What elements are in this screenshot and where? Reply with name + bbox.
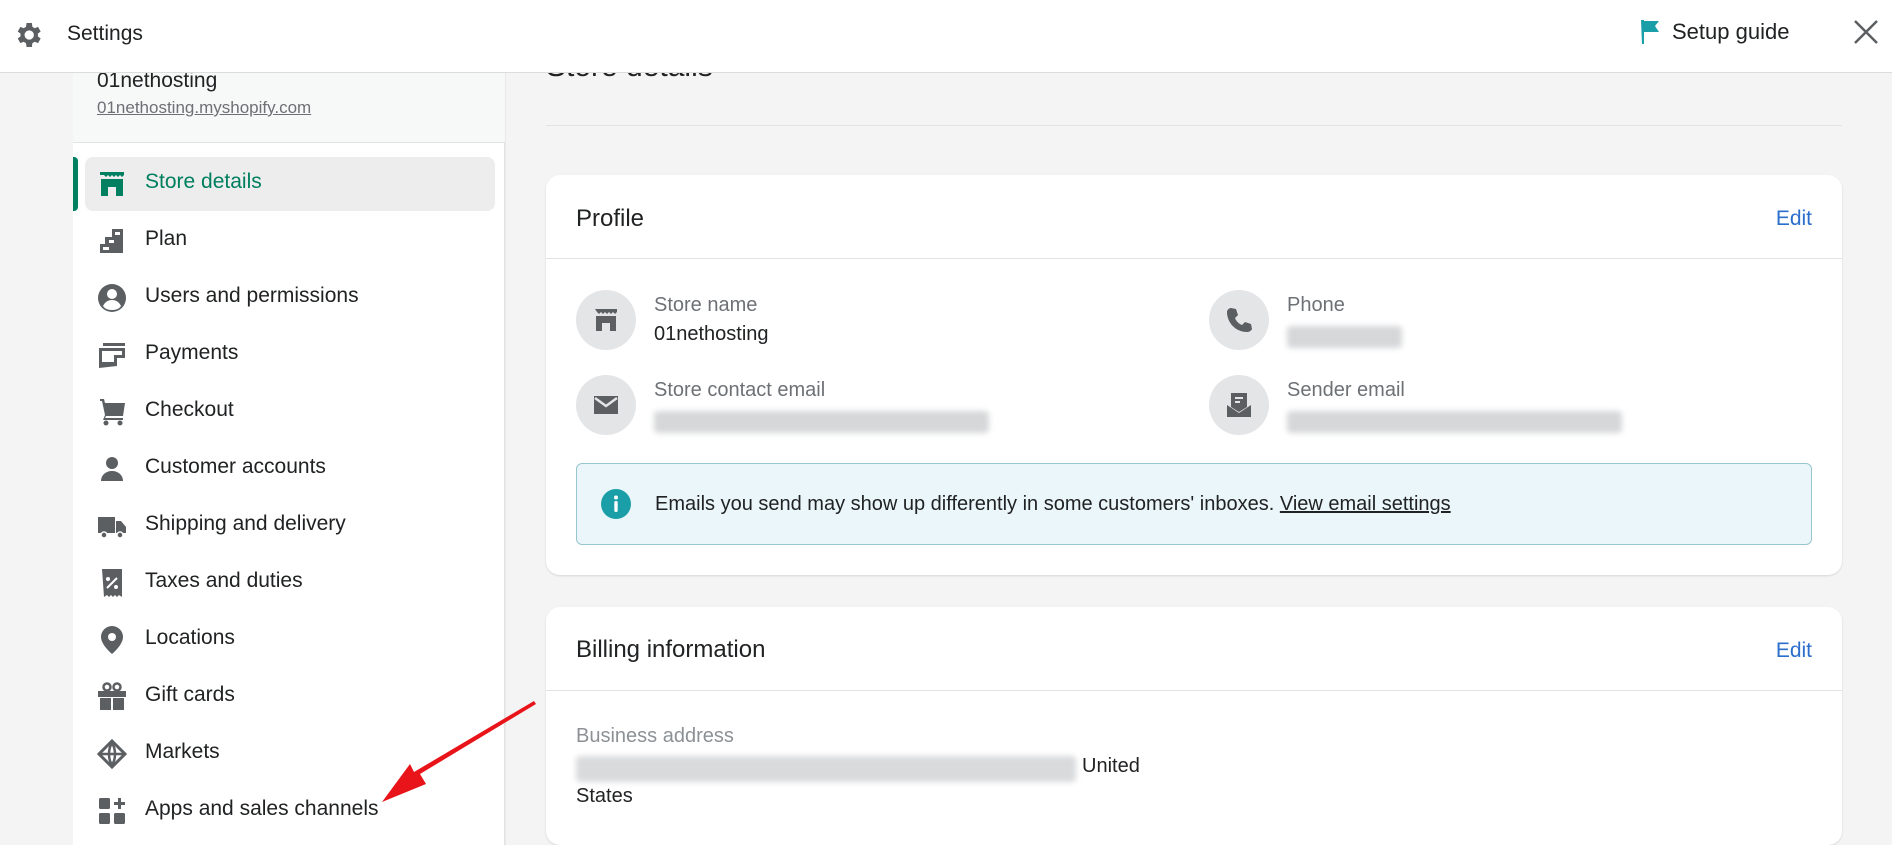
profile-edit-button[interactable]: Edit (1776, 207, 1812, 231)
gear-icon (17, 23, 41, 47)
sidebar-item-users-and-permissions[interactable]: Users and permissions (73, 269, 505, 326)
cart-icon (100, 399, 125, 426)
envelope-icon (594, 396, 618, 414)
store-icon (100, 172, 124, 196)
settings-title: Settings (67, 22, 143, 45)
store-header: 01nethosting 01nethosting.myshopify.com (73, 69, 505, 143)
address-country-line1: United (1082, 755, 1140, 777)
truck-icon (98, 517, 126, 539)
phone-value-redacted (1287, 326, 1402, 348)
active-indicator (73, 157, 78, 211)
billing-card: Billing information Edit Business addres… (546, 607, 1842, 845)
view-email-settings-link[interactable]: View email settings (1280, 493, 1451, 515)
sidebar-item-customer-accounts[interactable]: Customer accounts (73, 440, 505, 497)
sidebar-item-markets[interactable]: Markets (73, 725, 505, 782)
sidebar-item-locations[interactable]: Locations (73, 611, 505, 668)
billing-edit-button[interactable]: Edit (1776, 639, 1812, 663)
store-icon (595, 309, 617, 331)
gift-icon (98, 682, 126, 710)
profile-title: Profile (576, 205, 645, 232)
billing-title: Billing information (576, 636, 766, 663)
sender-email-value-redacted (1287, 411, 1622, 433)
business-address-label: Business address (576, 725, 734, 747)
plan-icon (100, 229, 123, 253)
tax-receipt-icon (102, 569, 122, 597)
business-address-redacted (576, 756, 1076, 782)
person-icon (101, 457, 123, 481)
address-country-line2: States (576, 785, 633, 807)
sidebar-item-checkout[interactable]: Checkout (73, 383, 505, 440)
sidebar-item-apps-and-sales-channels[interactable]: Apps and sales channels (73, 782, 505, 839)
sidebar-item-plan[interactable]: Plan (73, 212, 505, 269)
close-icon[interactable] (1852, 18, 1880, 46)
info-icon (601, 489, 631, 519)
title-divider (546, 125, 1842, 126)
location-pin-icon (101, 626, 123, 654)
top-bar: Settings Setup guide (0, 0, 1892, 73)
settings-sidebar: 01nethosting 01nethosting.myshopify.com … (73, 69, 505, 845)
payments-icon (99, 343, 125, 368)
sidebar-item-taxes-and-duties[interactable]: Taxes and duties (73, 554, 505, 611)
user-circle-icon (98, 284, 126, 312)
phone-icon (1227, 308, 1252, 332)
sender-email-icon (1227, 393, 1251, 417)
sidebar-item-payments[interactable]: Payments (73, 326, 505, 383)
email-info-banner: Emails you send may show up differently … (576, 463, 1812, 545)
setup-guide-button[interactable]: Setup guide (1638, 18, 1789, 46)
apps-icon (99, 798, 125, 824)
sidebar-item-gift-cards[interactable]: Gift cards (73, 668, 505, 725)
globe-icon (97, 739, 127, 769)
contact-email-value-redacted (654, 411, 989, 433)
setup-guide-label: Setup guide (1672, 19, 1790, 44)
profile-card-header: Profile Edit (546, 175, 1842, 259)
store-url-link[interactable]: 01nethosting.myshopify.com (97, 98, 311, 118)
banner-message: Emails you send may show up differently … (655, 493, 1280, 515)
settings-nav: Store details Plan Users and permissions… (73, 155, 505, 839)
sidebar-item-store-details[interactable]: Store details (73, 155, 505, 212)
profile-card: Profile Edit Store name 01nethosting Pho… (546, 175, 1842, 575)
flag-icon (1641, 20, 1659, 44)
billing-card-header: Billing information Edit (546, 607, 1842, 691)
sidebar-item-shipping-and-delivery[interactable]: Shipping and delivery (73, 497, 505, 554)
store-name-value: 01nethosting (654, 323, 769, 345)
